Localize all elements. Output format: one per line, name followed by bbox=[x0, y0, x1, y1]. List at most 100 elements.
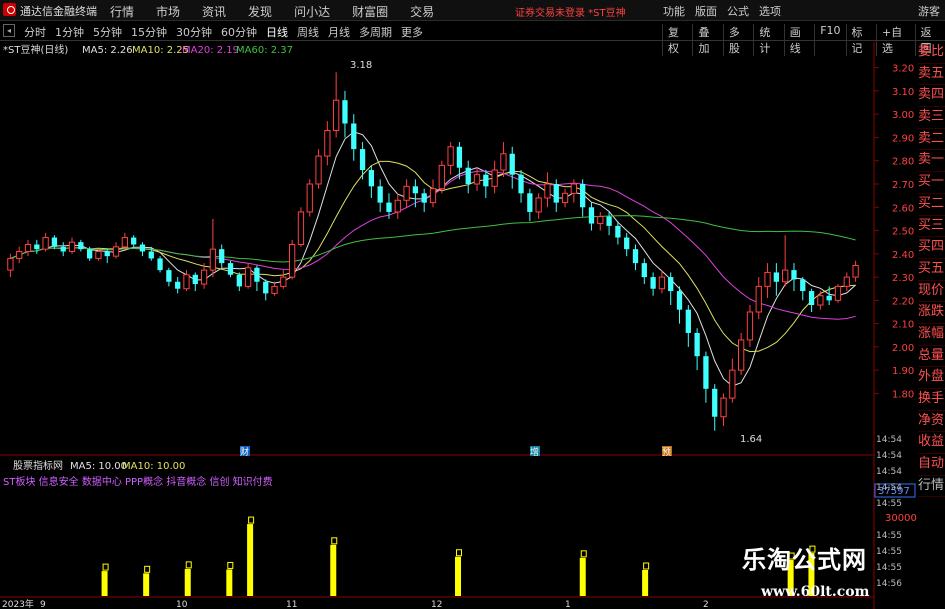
candles bbox=[7, 72, 859, 431]
candle-body bbox=[729, 369, 736, 399]
side-label-eps[interactable]: 收益 bbox=[918, 432, 945, 455]
candle-body bbox=[580, 184, 586, 208]
candle-body bbox=[456, 146, 463, 168]
time-8: 14:56 bbox=[876, 579, 902, 589]
price-tick-label: 2.70 bbox=[892, 180, 914, 191]
candle-body bbox=[306, 183, 313, 213]
time-6: 14:55 bbox=[876, 547, 902, 557]
volume-bar bbox=[579, 557, 586, 596]
side-label-buy1[interactable]: 买一 bbox=[918, 172, 945, 194]
candle-body bbox=[34, 244, 40, 250]
candle-body bbox=[808, 291, 815, 306]
candle-body bbox=[570, 183, 578, 194]
candle-body bbox=[834, 285, 842, 301]
legend-ma60: MA60: 2.37 bbox=[236, 45, 293, 56]
side-label-price[interactable]: 现价 bbox=[918, 281, 945, 303]
candle-body bbox=[219, 249, 225, 264]
side-label-turnover[interactable]: 换手 bbox=[918, 389, 945, 411]
candle-body bbox=[553, 184, 559, 203]
candle-body bbox=[720, 397, 727, 418]
high-annotation: 3.18 bbox=[350, 60, 372, 71]
kline-chart[interactable]: 3.20 3.10 3.00 2.90 2.80 2.70 2.60 2.50 2.40 2.30… bbox=[0, 0, 918, 609]
candle-body bbox=[429, 188, 437, 204]
candle-body bbox=[615, 225, 621, 238]
volume-marker bbox=[331, 537, 338, 545]
price-tick-label: 3.00 bbox=[892, 110, 914, 121]
candle-body bbox=[465, 167, 471, 184]
candle-body bbox=[535, 197, 542, 213]
volume-marker bbox=[102, 563, 109, 571]
time-5: 14:55 bbox=[876, 531, 902, 541]
candle-body bbox=[263, 281, 269, 294]
volume-bar bbox=[330, 544, 337, 596]
time-1: 14:54 bbox=[876, 451, 902, 461]
volume-bar bbox=[184, 568, 191, 596]
side-label-sell3[interactable]: 卖三 bbox=[918, 107, 945, 129]
candle-body bbox=[227, 263, 234, 275]
volume-bar bbox=[226, 569, 233, 596]
side-label-change-pct[interactable]: 涨幅 bbox=[918, 324, 945, 346]
time-2: 14:54 bbox=[876, 467, 902, 477]
guest-label[interactable]: 游客 bbox=[918, 3, 940, 19]
side-label-change[interactable]: 涨跌 bbox=[918, 302, 945, 324]
candle-body bbox=[24, 244, 32, 252]
candle-body bbox=[447, 146, 454, 166]
watermark-url: www.60lt.com bbox=[761, 584, 870, 600]
candle-body bbox=[95, 250, 102, 259]
candle-body bbox=[473, 174, 481, 185]
volume-marker bbox=[185, 561, 192, 569]
volume-marker bbox=[456, 549, 463, 557]
side-label-sell4[interactable]: 卖四 bbox=[918, 85, 945, 108]
price-tick-label: 1.80 bbox=[892, 389, 914, 400]
candle-body bbox=[42, 237, 49, 250]
candle-body bbox=[192, 274, 198, 285]
side-label-volume[interactable]: 总量 bbox=[918, 346, 945, 368]
candle-body bbox=[175, 281, 181, 289]
legend-ma10: MA10: 2.25 bbox=[132, 45, 189, 56]
candle-body bbox=[166, 270, 172, 282]
price-tick-label: 2.40 bbox=[892, 250, 914, 261]
side-label-buy4[interactable]: 买四 bbox=[918, 237, 945, 259]
side-label-nav[interactable]: 净资 bbox=[918, 411, 945, 433]
candle-body bbox=[500, 153, 507, 171]
side-label-ratio[interactable]: 委比 bbox=[918, 42, 945, 64]
side-label-buy3[interactable]: 买三 bbox=[918, 216, 945, 238]
candle-body bbox=[324, 129, 331, 157]
candle-body bbox=[254, 267, 260, 282]
legend-ma20: MA20: 2.19 bbox=[182, 45, 239, 56]
side-label-auto[interactable]: 自动 bbox=[918, 454, 945, 476]
candle-body bbox=[297, 211, 305, 246]
subpanel-ma10: MA10: 10.00 bbox=[122, 461, 185, 472]
candle-body bbox=[394, 199, 401, 213]
candle-body bbox=[703, 356, 709, 389]
side-label-sell1[interactable]: 卖一 bbox=[918, 150, 945, 173]
price-tick-label: 1.90 bbox=[892, 366, 914, 377]
side-label-quote[interactable]: 行情 bbox=[918, 476, 945, 498]
candle-body bbox=[200, 269, 208, 285]
date-month-2: 2 bbox=[703, 600, 709, 609]
volume-marker bbox=[643, 562, 650, 570]
time-0: 14:54 bbox=[876, 435, 902, 445]
volume-marker bbox=[248, 516, 255, 524]
side-label-sell2[interactable]: 卖二 bbox=[918, 129, 945, 151]
candle-body bbox=[746, 311, 754, 341]
candle-body bbox=[315, 155, 322, 185]
candle-body bbox=[288, 244, 296, 278]
candle-body bbox=[271, 285, 278, 294]
side-label-buy5[interactable]: 买五 bbox=[918, 259, 945, 281]
side-label-buy2[interactable]: 买二 bbox=[918, 194, 945, 216]
candle-body bbox=[412, 186, 419, 194]
candle-body bbox=[280, 276, 287, 287]
candle-body bbox=[483, 174, 489, 187]
candle-body bbox=[121, 237, 128, 248]
quote-side-panel: 委比 卖五 卖四 卖三 卖二 卖一 买一 买二 买三 买四 买五 现价 涨跌 涨… bbox=[918, 42, 945, 498]
candle-body bbox=[509, 153, 515, 175]
side-label-sell5[interactable]: 卖五 bbox=[918, 64, 945, 86]
side-label-outer[interactable]: 外盘 bbox=[918, 367, 945, 389]
candle-body bbox=[588, 207, 595, 224]
price-tick-label: 2.50 bbox=[892, 227, 914, 238]
candle-body bbox=[544, 183, 551, 199]
price-tick-label: 2.10 bbox=[892, 320, 914, 331]
candle-body bbox=[491, 169, 498, 187]
candle-body bbox=[148, 251, 154, 259]
